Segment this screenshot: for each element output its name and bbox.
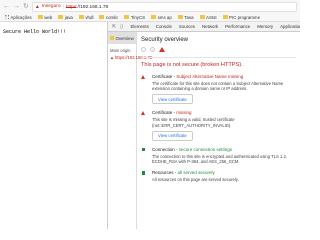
tab-application[interactable]: Application: [277, 22, 300, 31]
folder-icon: [124, 15, 130, 19]
bookmark-label: Aplicações: [10, 14, 32, 20]
url-host: ://192.168.1.78: [76, 4, 109, 10]
explanation-description: The certificate for this site does not c…: [152, 81, 284, 92]
folder-icon: [151, 15, 157, 19]
folder-icon: [222, 15, 228, 19]
divider: [141, 57, 296, 58]
tab-sources[interactable]: Sources: [175, 22, 198, 31]
not-secure-label[interactable]: Inseguro: [42, 4, 61, 9]
bookmark-label: Tasa: [184, 14, 194, 20]
secure-icon: [141, 147, 145, 152]
apps-grid-icon: [5, 15, 9, 19]
url[interactable]: https://192.168.1.78: [66, 4, 108, 10]
back-icon[interactable]: ←: [3, 3, 10, 10]
view-certificate-button[interactable]: View certificate: [152, 94, 193, 105]
bookmark-label: ASIst: [206, 14, 217, 20]
tab-memory[interactable]: Memory: [254, 22, 277, 31]
bookmark-label: comlic: [105, 14, 119, 20]
explanation-status: missing: [176, 110, 192, 116]
overview-icon: [110, 36, 114, 40]
main-origin-heading: Main origin: [110, 48, 131, 53]
bookmarks-bar: Aplicações web java vhdl comlic TinyCS s…: [0, 13, 300, 22]
address-bar[interactable]: ▲ Inseguro | https://192.168.1.78: [31, 1, 297, 12]
explanation-san: Certificate - Subject Alternative Name m…: [141, 74, 296, 105]
address-bar-row: ← → ↻ ▲ Inseguro | https://192.168.1.78: [0, 0, 300, 13]
url-scheme: https: [65, 4, 77, 10]
bookmark-asist[interactable]: ASIst: [197, 15, 220, 20]
bookmark-pic[interactable]: PIC programme: [220, 15, 264, 20]
folder-icon: [37, 15, 43, 19]
page-content: Secure Hello World!!!: [0, 22, 107, 229]
bookmark-comlic[interactable]: comlic: [96, 15, 121, 20]
explanation-status: all served securely: [177, 170, 215, 176]
bookmark-java[interactable]: java: [55, 15, 76, 20]
devtools-panel: ⇱ ▯ Elements Console Sources Network Per…: [107, 22, 300, 229]
devtools-tabbar: ⇱ ▯ Elements Console Sources Network Per…: [108, 22, 300, 32]
folder-icon: [78, 15, 84, 19]
folder-icon: [58, 15, 64, 19]
security-sidebar: Overview Main origin ▲ https://192.168.1…: [108, 32, 152, 229]
forward-icon[interactable]: →: [13, 3, 20, 10]
bookmark-label: vhdl: [85, 14, 94, 20]
bookmark-apps[interactable]: Aplicações: [2, 15, 35, 20]
folder-icon: [199, 15, 205, 19]
secure-icon: [141, 171, 145, 175]
tab-network[interactable]: Network: [199, 22, 222, 31]
explanation-description: This site is missing a valid, trusted ce…: [152, 117, 235, 128]
warning-icon: [141, 75, 145, 79]
bookmark-vhdl[interactable]: vhdl: [76, 15, 97, 20]
explanation-title: Certificate - missing: [152, 110, 192, 116]
explanation-description: All resources on this page are served se…: [152, 177, 239, 183]
warning-state-icon: [159, 47, 165, 52]
explanation-description: The connection to this site is encrypted…: [152, 153, 287, 165]
security-panel: Overview Main origin ▲ https://192.168.1…: [108, 32, 300, 229]
bookmark-label: sms ap: [157, 14, 172, 20]
tab-console[interactable]: Console: [152, 22, 175, 31]
explanation-title: Certificate - Subject Alternative Name m…: [152, 74, 244, 79]
security-summary: This page is not secure (broken HTTPS).: [141, 62, 243, 68]
page-text: Secure Hello World!!!: [3, 29, 67, 35]
security-overview: Security overview i This page is not sec…: [137, 32, 300, 229]
bookmark-tinycs[interactable]: TinyCS: [121, 15, 148, 20]
explanation-connection: Connection - secure connection settings …: [141, 147, 296, 165]
folder-icon: [177, 15, 183, 19]
bookmark-web[interactable]: web: [35, 15, 56, 20]
explanation-status: Subject Alternative Name missing: [176, 74, 244, 79]
explanation-certificate: Certificate - missing This site is missi…: [141, 110, 296, 141]
insecure-origin-icon: ▲: [110, 55, 114, 60]
bookmark-tasa[interactable]: Tasa: [175, 15, 197, 20]
bookmark-label: TinyCS: [130, 14, 146, 20]
security-state-icons: i: [141, 46, 296, 53]
bookmark-label: java: [64, 14, 73, 20]
page-title: Security overview: [141, 37, 189, 43]
explanation-title: Connection - secure connection settings: [152, 146, 233, 152]
bookmark-sms-ap[interactable]: sms ap: [148, 15, 175, 20]
bookmark-label: PIC programme: [229, 14, 261, 20]
sidebar-item-overview[interactable]: Overview: [108, 32, 136, 44]
tab-performance[interactable]: Performance: [222, 22, 254, 31]
reload-icon[interactable]: ↻: [23, 3, 29, 10]
secure-state-icon: [141, 47, 146, 52]
sidebar-item-label: Overview: [115, 35, 134, 41]
not-secure-icon[interactable]: ▲: [35, 4, 40, 10]
warning-icon: [141, 111, 145, 116]
inspect-element-icon[interactable]: ⇱: [110, 24, 118, 30]
explanation-resources: Resources - all served securely All reso…: [141, 170, 296, 182]
explanation-status: secure connection settings: [178, 146, 233, 152]
bookmark-label: web: [44, 14, 53, 20]
folder-icon: [99, 15, 105, 19]
separator: |: [62, 3, 64, 10]
explanation-title: Resources - all served securely: [152, 170, 215, 176]
sidebar-item-origin[interactable]: ▲ https://192.168.1.78: [108, 54, 152, 61]
tab-elements[interactable]: Elements: [127, 22, 152, 31]
view-certificate-button[interactable]: View certificate: [152, 130, 193, 141]
info-state-icon: i: [150, 47, 155, 52]
device-toolbar-icon[interactable]: ▯: [118, 24, 125, 30]
